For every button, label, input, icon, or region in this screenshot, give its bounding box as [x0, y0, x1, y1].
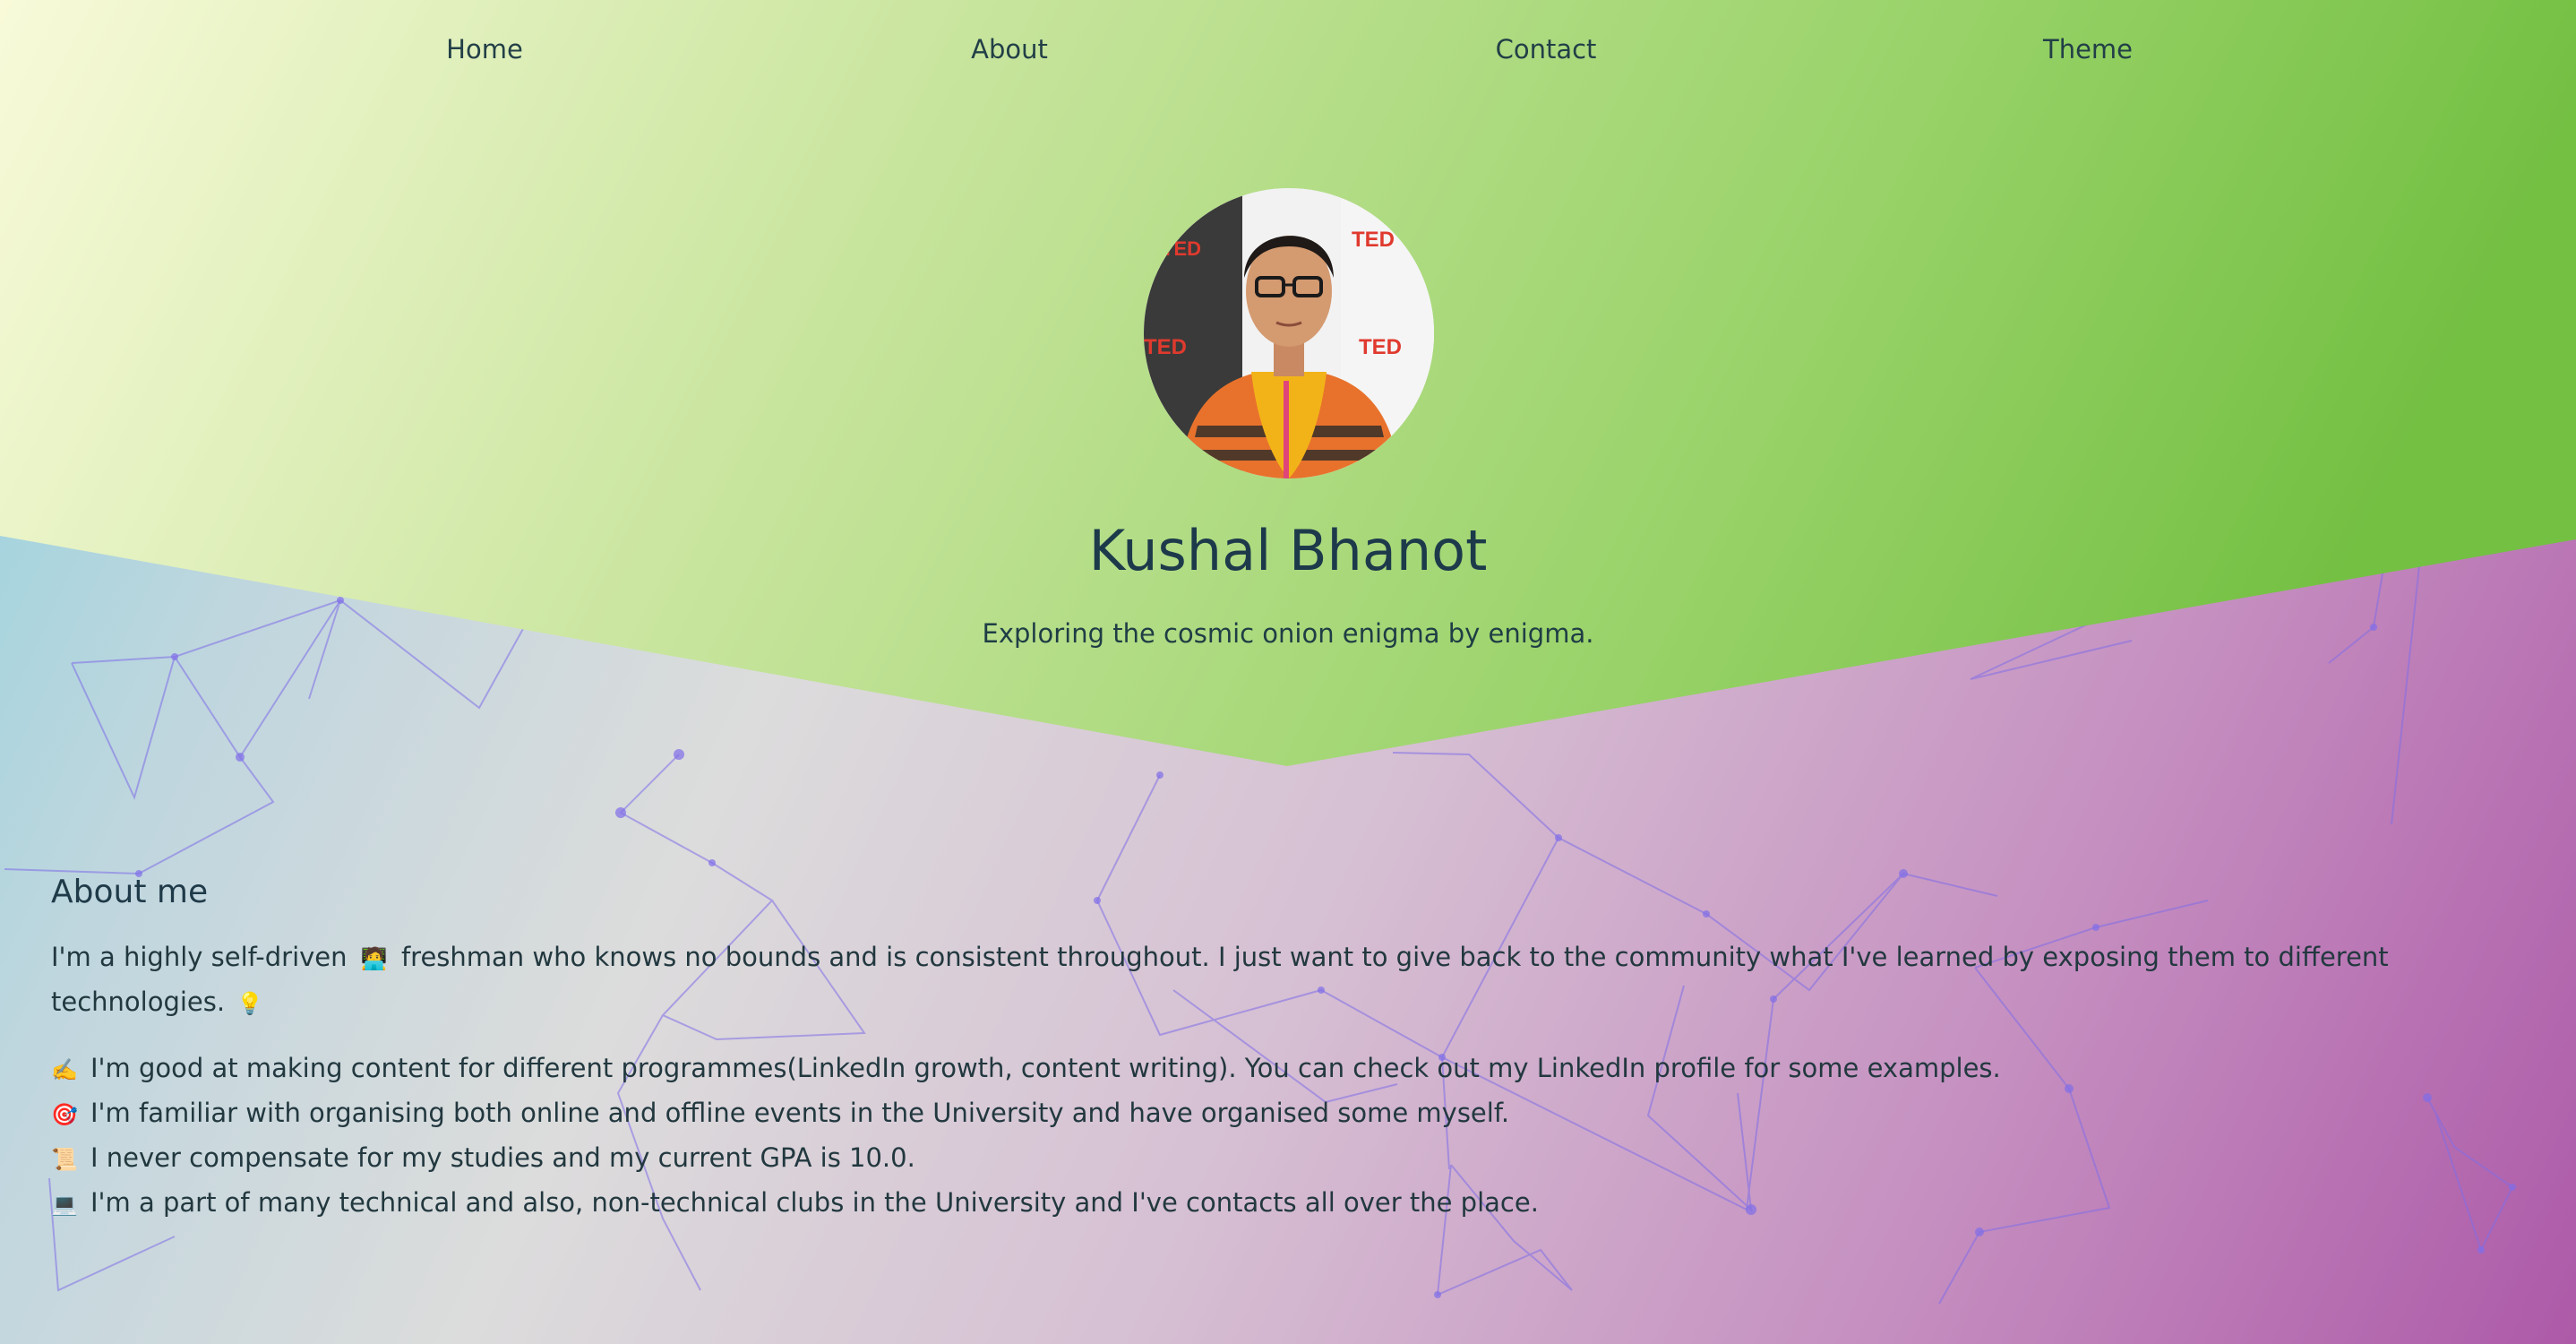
nav-theme-link[interactable]: Theme [2043, 34, 2133, 65]
about-point-text: I'm familiar with organising both online… [90, 1098, 1510, 1128]
about-point: ✍️ I'm good at making content for differe… [51, 1047, 2469, 1091]
laptop-icon: 💻 [51, 1192, 78, 1217]
technologist-icon: 🧑‍💻 [360, 946, 388, 971]
nav-home-link[interactable]: Home [446, 34, 523, 65]
about-point: 📜 I never compensate for my studies and m… [51, 1136, 2469, 1181]
about-point: 💻 I'm a part of many technical and also, … [51, 1181, 2469, 1226]
profile-name: Kushal Bhanot [1088, 518, 1488, 583]
profile-tagline: Exploring the cosmic onion enigma by eni… [982, 618, 1594, 649]
scroll-icon: 📜 [51, 1147, 78, 1172]
about-intro: I'm a highly self-driven 🧑‍💻 freshman wh… [51, 935, 2416, 1025]
top-navigation: Home About Contact Theme [0, 34, 2576, 77]
about-points-list: ✍️ I'm good at making content for differe… [51, 1047, 2469, 1226]
svg-text:TED: TED [1359, 335, 1402, 359]
about-point: 🎯 I'm familiar with organising both onlin… [51, 1091, 2469, 1136]
avatar: TED TED TED TED [1144, 188, 1434, 478]
intro-text-rest: freshman who knows no bounds and is cons… [51, 942, 2389, 1017]
svg-text:TED: TED [1352, 228, 1395, 252]
about-point-text: I'm good at making content for different… [90, 1053, 2001, 1083]
nav-contact-link[interactable]: Contact [1496, 34, 1597, 65]
intro-text-start: I'm a highly self-driven [51, 942, 348, 972]
nav-about-link[interactable]: About [971, 34, 1048, 65]
about-section: About me I'm a highly self-driven 🧑‍💻 fr… [51, 874, 2469, 1226]
about-heading: About me [51, 874, 209, 910]
about-point-text: I never compensate for my studies and my… [90, 1142, 915, 1173]
about-point-text: I'm a part of many technical and also, n… [90, 1187, 1539, 1218]
writing-hand-icon: ✍️ [51, 1057, 78, 1082]
light-bulb-icon: 💡 [236, 991, 264, 1016]
svg-text:TED: TED [1144, 335, 1187, 359]
profile-photo: TED TED TED TED [1144, 188, 1434, 478]
target-icon: 🎯 [51, 1102, 78, 1127]
